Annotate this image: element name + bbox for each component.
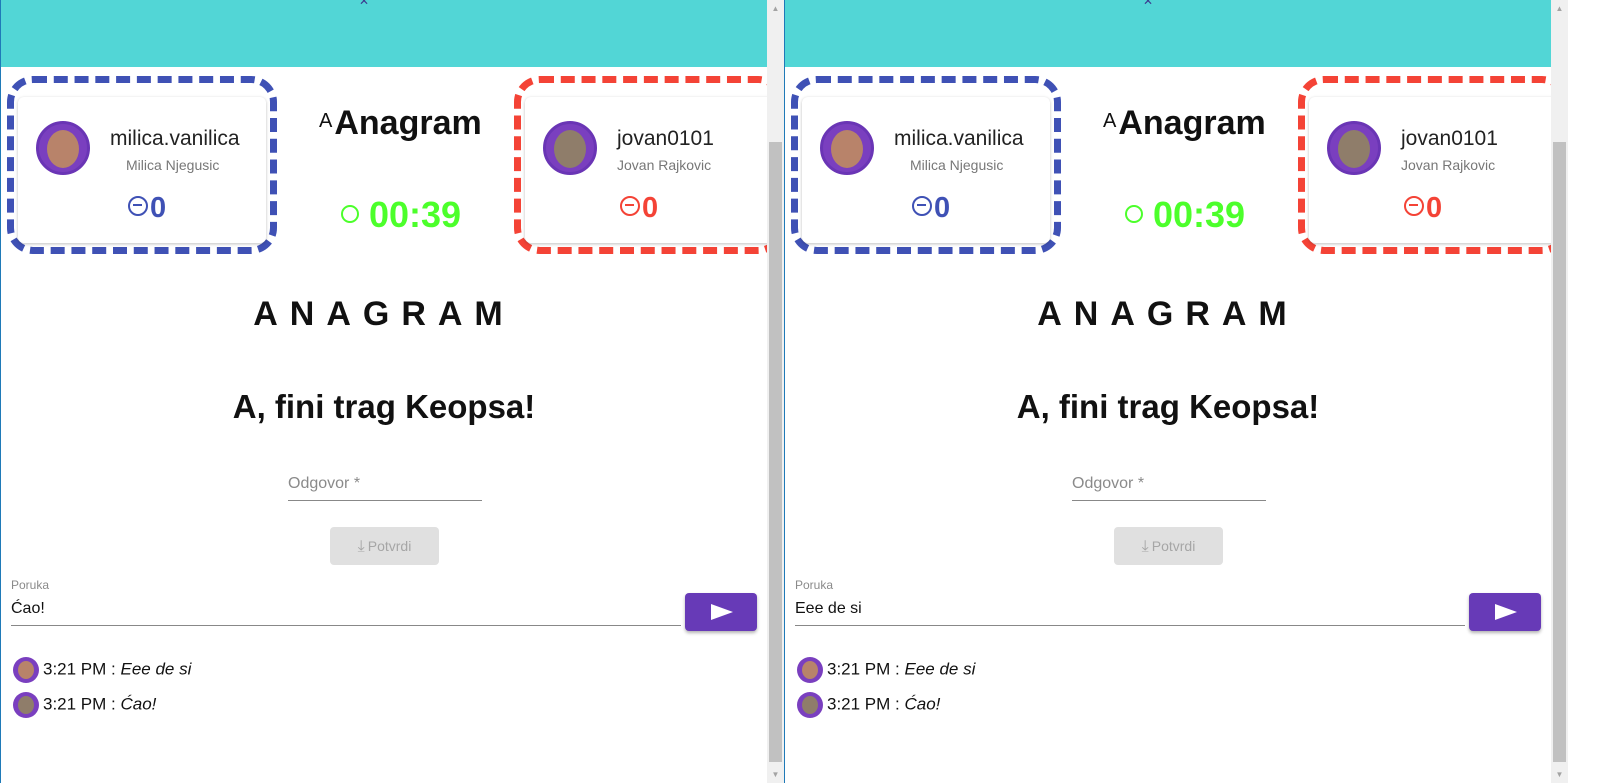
player-score: 0 (620, 192, 658, 225)
answer-input[interactable]: Odgovor * (1072, 475, 1266, 501)
player-card-inner: jovan0101 Jovan Rajkovic 0 (1309, 97, 1551, 243)
player-card-inner: milica.vanilica Milica Njegusic 0 (802, 97, 1050, 243)
message-label: Poruka (795, 578, 834, 592)
scroll-thumb[interactable] (1553, 142, 1566, 762)
scrollbar[interactable]: ▲ ▼ (1551, 0, 1568, 783)
player-card-blue: milica.vanilica Milica Njegusic 0 (7, 76, 277, 254)
answer-placeholder: Odgovor * (1072, 475, 1145, 492)
face-icon (128, 196, 148, 217)
player-fullname: Jovan Rajkovic (617, 157, 712, 173)
scroll-up-icon[interactable]: ▲ (1551, 0, 1568, 17)
avatar (820, 121, 874, 175)
confirm-button[interactable]: ⤓ Potvrdi (1114, 527, 1223, 565)
player-card-inner: milica.vanilica Milica Njegusic 0 (18, 97, 266, 243)
app-logo: AAnagram (319, 104, 482, 142)
chat-message: 3:21 PM : Eee de si (13, 657, 191, 685)
player-card-red: jovan0101 Jovan Rajkovic 0 (514, 76, 767, 254)
player-username: milica.vanilica (894, 127, 1024, 150)
answer-input[interactable]: Odgovor * (288, 475, 482, 501)
chat-message: 3:21 PM : Eee de si (797, 657, 975, 685)
spellcheck-icon: A (1103, 110, 1117, 132)
avatar (543, 121, 597, 175)
send-button[interactable] (1469, 593, 1541, 631)
header-logo-icon: ✕ (1143, 0, 1154, 8)
spellcheck-icon: A (319, 110, 333, 132)
game-window-1: ✕ milica.vanilica Milica Njegusic 0 AAna… (0, 0, 767, 783)
send-icon (711, 604, 733, 620)
game-title: ANAGRAM (253, 295, 515, 333)
download-icon: ⤓ (357, 538, 365, 555)
player-card-red: jovan0101 Jovan Rajkovic 0 (1298, 76, 1551, 254)
app-logo: AAnagram (1103, 104, 1266, 142)
face-icon (1404, 196, 1424, 217)
player-score: 0 (128, 192, 166, 225)
chat-message: 3:21 PM : Ćao! (13, 692, 156, 720)
avatar (797, 692, 823, 718)
top-header: ✕ (1, 0, 767, 67)
message-input[interactable]: Ćao! (11, 598, 681, 626)
face-icon (620, 196, 640, 217)
game-title: ANAGRAM (1037, 295, 1299, 333)
countdown-timer: 00:39 (341, 194, 461, 236)
player-username: milica.vanilica (110, 127, 240, 150)
player-score: 0 (912, 192, 950, 225)
send-button[interactable] (685, 593, 757, 631)
avatar (13, 692, 39, 718)
scroll-down-icon[interactable]: ▼ (767, 766, 784, 783)
message-label: Poruka (11, 578, 50, 592)
player-username: jovan0101 (1401, 127, 1498, 150)
scroll-down-icon[interactable]: ▼ (1551, 766, 1568, 783)
avatar (1327, 121, 1381, 175)
top-header: ✕ (785, 0, 1551, 67)
avatar (797, 657, 823, 683)
send-icon (1495, 604, 1517, 620)
header-logo-icon: ✕ (359, 0, 370, 8)
message-input[interactable]: Eee de si (795, 598, 1465, 626)
game-window-2: ✕ milica.vanilica Milica Njegusic 0 AAna… (784, 0, 1551, 783)
puzzle-text: A, fini trag Keopsa! (232, 388, 536, 425)
player-fullname: Jovan Rajkovic (1401, 157, 1496, 173)
player-username: jovan0101 (617, 127, 714, 150)
puzzle-text: A, fini trag Keopsa! (1016, 388, 1320, 425)
face-icon (912, 196, 932, 217)
scroll-up-icon[interactable]: ▲ (767, 0, 784, 17)
player-card-inner: jovan0101 Jovan Rajkovic 0 (525, 97, 767, 243)
scrollbar[interactable]: ▲ ▼ (767, 0, 784, 783)
download-icon: ⤓ (1141, 538, 1149, 555)
player-card-blue: milica.vanilica Milica Njegusic 0 (791, 76, 1061, 254)
confirm-button[interactable]: ⤓ Potvrdi (330, 527, 439, 565)
player-fullname: Milica Njegusic (910, 157, 1004, 173)
player-score: 0 (1404, 192, 1442, 225)
player-fullname: Milica Njegusic (126, 157, 220, 173)
avatar (36, 121, 90, 175)
avatar (13, 657, 39, 683)
scroll-thumb[interactable] (769, 142, 782, 762)
chat-message: 3:21 PM : Ćao! (797, 692, 940, 720)
answer-placeholder: Odgovor * (288, 475, 361, 492)
countdown-timer: 00:39 (1125, 194, 1245, 236)
alarm-icon (1125, 205, 1143, 223)
alarm-icon (341, 205, 359, 223)
